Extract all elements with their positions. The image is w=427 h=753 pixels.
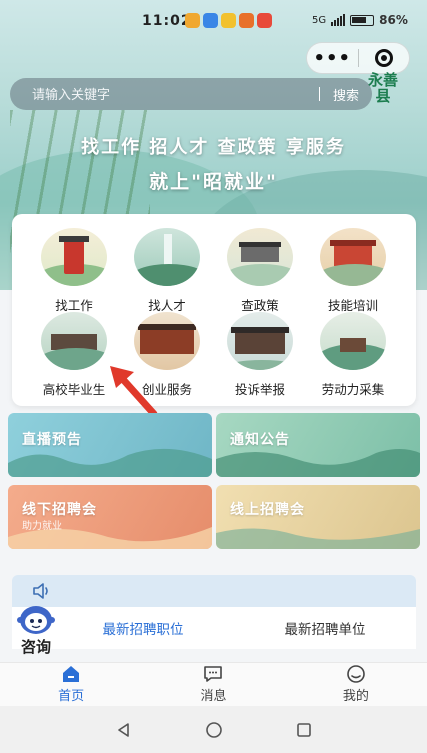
speaker-icon: [33, 583, 48, 599]
system-navigation-bar: [0, 706, 427, 753]
assistant-avatar-icon: [17, 606, 55, 634]
more-button[interactable]: •••: [307, 48, 358, 69]
online-job-fair-tile[interactable]: 线上招聘会: [216, 485, 420, 549]
tile-title: 直播预告: [22, 432, 82, 448]
nav-label: 消息: [200, 689, 227, 704]
service-find-job[interactable]: 找工作: [26, 228, 122, 314]
service-complaint-report[interactable]: 投诉举报: [212, 312, 308, 398]
nav-label: 我的: [342, 689, 369, 704]
recents-square-icon: [296, 722, 311, 737]
job-tabs: 最新招聘职位 最新招聘单位: [12, 607, 416, 649]
home-icon: [63, 666, 80, 682]
service-label: 劳动力采集: [321, 382, 385, 397]
service-check-policy[interactable]: 查政策: [212, 228, 308, 314]
profile-icon: [347, 665, 365, 683]
message-icon: [204, 666, 223, 682]
network-label: 5G: [312, 14, 327, 26]
app-notification-icon: [239, 13, 254, 28]
service-label: 投诉举报: [234, 382, 285, 397]
nav-home[interactable]: 首页: [0, 663, 142, 706]
recents-button[interactable]: [259, 722, 349, 738]
service-grid: 找工作 找人才 查政策 技能培训 高校毕业生 创业服务 投诉举报 劳动力采集: [12, 214, 416, 406]
home-system-button[interactable]: [169, 721, 259, 739]
consult-floating-button[interactable]: 咨询: [2, 600, 70, 662]
app-notification-icon: [185, 13, 200, 28]
wooden-hall-icon: [227, 312, 293, 370]
banner-slogan-brand: 就上"昭就业": [149, 171, 278, 193]
tile-title: 线下招聘会: [22, 502, 97, 518]
nav-messages[interactable]: 消息: [142, 663, 284, 706]
search-button[interactable]: 搜索: [320, 85, 372, 104]
notice-announcement-tile[interactable]: 通知公告: [216, 413, 420, 477]
service-find-talent[interactable]: 找人才: [119, 228, 215, 314]
service-grid-card: 找工作 找人才 查政策 技能培训 高校毕业生 创业服务 投诉举报 劳动力采集: [12, 214, 416, 406]
service-skill-training[interactable]: 技能培训: [305, 228, 401, 314]
village-house-icon: [41, 312, 107, 370]
nav-profile[interactable]: 我的: [285, 663, 427, 706]
tab-latest-employers[interactable]: 最新招聘单位: [234, 607, 416, 649]
tile-title: 通知公告: [230, 432, 290, 448]
battery-icon: [350, 14, 375, 26]
waterfall-icon: [134, 228, 200, 286]
county-seal-logo: 永善县: [368, 71, 399, 105]
close-target-icon: [374, 49, 393, 67]
consult-label: 咨询: [20, 638, 51, 656]
search-input[interactable]: [10, 86, 319, 102]
home-circle-icon: [205, 721, 222, 738]
back-triangle-icon: [117, 722, 129, 737]
back-button[interactable]: [79, 722, 169, 738]
notice-bar[interactable]: [12, 575, 416, 607]
banner-slogan: 找工作 招人才 查政策 享服务: [81, 137, 346, 158]
miniprogram-capsule: •••: [306, 42, 410, 74]
search-bar: 搜索: [10, 78, 372, 110]
signal-icon: [331, 14, 346, 26]
status-bar: 11:02 5G 86%: [0, 0, 427, 40]
tile-title: 线上招聘会: [230, 502, 305, 518]
app-notification-icon: [203, 13, 218, 28]
close-button[interactable]: [358, 49, 409, 67]
offline-job-fair-tile[interactable]: 线下招聘会 助力就业: [8, 485, 212, 549]
city-gate-icon: [227, 228, 293, 286]
live-preview-tile[interactable]: 直播预告: [8, 413, 212, 477]
battery-percent: 86%: [379, 13, 408, 27]
red-pavilion-icon: [41, 228, 107, 286]
nav-label: 首页: [58, 689, 85, 704]
status-indicators: 5G 86%: [312, 13, 408, 27]
service-label: 高校毕业生: [42, 382, 106, 397]
app-notification-icon: [221, 13, 236, 28]
app-notification-icon: [257, 13, 272, 28]
notification-app-icons: [185, 13, 272, 28]
bottom-navigation: 首页 消息 我的: [0, 662, 427, 706]
service-labor-collection[interactable]: 劳动力采集: [305, 312, 401, 398]
red-temple-icon: [320, 228, 386, 286]
tile-subtitle: 助力就业: [22, 521, 62, 532]
mountain-lodge-icon: [320, 312, 386, 370]
